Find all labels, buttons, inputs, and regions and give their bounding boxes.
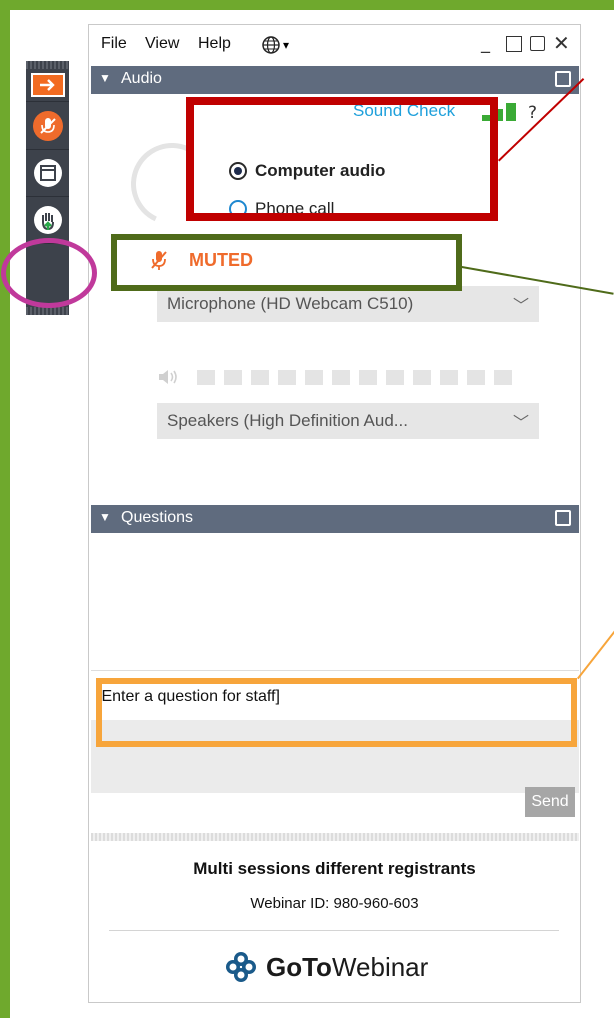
level-segment	[224, 369, 242, 385]
questions-log	[91, 533, 579, 668]
audio-header-title: Audio	[121, 70, 162, 87]
menu-file[interactable]: File	[101, 35, 127, 53]
gotowebinar-logo: GoTo Webinar	[224, 950, 428, 984]
level-segment	[278, 369, 296, 385]
toolbar-grip-top[interactable]	[26, 61, 69, 69]
show-screen-button[interactable]	[26, 150, 69, 197]
level-segment	[467, 369, 485, 385]
level-segment	[413, 369, 431, 385]
pop-out-button[interactable]	[530, 36, 545, 51]
close-button[interactable]: ✕	[553, 31, 570, 55]
chevron-down-icon: ﹀	[512, 298, 529, 315]
gotowebinar-logo-icon	[226, 952, 256, 982]
webinar-id: Webinar ID: 980-960-603	[250, 895, 419, 912]
session-title: Multi sessions different registrants	[193, 859, 476, 878]
raise-hand-icon	[33, 206, 62, 234]
microphone-value: Microphone (HD Webcam C510)	[167, 294, 414, 313]
level-segment	[197, 369, 215, 385]
level-segment	[251, 369, 269, 385]
annotation-audio-options-box	[186, 97, 498, 221]
questions-header-title: Questions	[121, 509, 194, 526]
speaker-level-meter	[157, 368, 521, 386]
level-segment	[332, 369, 350, 385]
level-segment	[359, 369, 377, 385]
audio-section-header[interactable]: ▼ Audio	[91, 66, 579, 94]
speaker-icon	[159, 370, 177, 384]
collapse-triangle-icon: ▼	[99, 510, 111, 524]
collapse-triangle-icon: ▼	[99, 71, 111, 85]
resize-grip[interactable]	[91, 833, 579, 841]
footer-divider	[109, 930, 559, 931]
microphone-select[interactable]: Microphone (HD Webcam C510) ﹀	[157, 286, 539, 322]
level-segment	[386, 369, 404, 385]
language-menu[interactable]: ▾	[261, 35, 289, 55]
annotation-raise-hand-circle	[1, 238, 97, 308]
send-button[interactable]: Send	[525, 787, 575, 817]
minimize-button[interactable]: _	[481, 33, 490, 54]
globe-icon	[262, 36, 280, 54]
collapse-panel-button[interactable]	[26, 69, 69, 102]
pop-out-icon[interactable]	[555, 71, 571, 87]
menu-view[interactable]: View	[145, 35, 179, 53]
window-icon	[33, 159, 62, 187]
maximize-button[interactable]	[506, 36, 522, 52]
speakers-select[interactable]: Speakers (High Definition Aud... ﹀	[157, 403, 539, 439]
toolbar-grip-bottom[interactable]	[26, 307, 69, 315]
questions-section-header[interactable]: ▼ Questions	[91, 505, 579, 533]
chevron-down-icon: ﹀	[512, 415, 529, 432]
brand-bold: GoTo	[266, 951, 332, 982]
speakers-value: Speakers (High Definition Aud...	[167, 411, 408, 430]
level-segment	[440, 369, 458, 385]
mic-muted-icon	[32, 111, 63, 141]
annotation-mute-box	[111, 234, 462, 291]
audio-help-button[interactable]: ?	[528, 103, 537, 123]
menu-help[interactable]: Help	[198, 35, 231, 53]
caret-down-icon: ▾	[283, 38, 290, 52]
annotation-question-box	[96, 678, 577, 747]
raise-hand-button[interactable]	[26, 197, 69, 244]
pop-out-icon[interactable]	[555, 510, 571, 526]
brand-regular: Webinar	[331, 951, 429, 982]
level-segment	[305, 369, 323, 385]
level-segment	[494, 369, 512, 385]
menu-bar: File View Help ▾ _ ✕	[89, 25, 580, 65]
mute-toggle-button[interactable]	[26, 103, 69, 150]
arrow-right-icon	[30, 73, 65, 97]
